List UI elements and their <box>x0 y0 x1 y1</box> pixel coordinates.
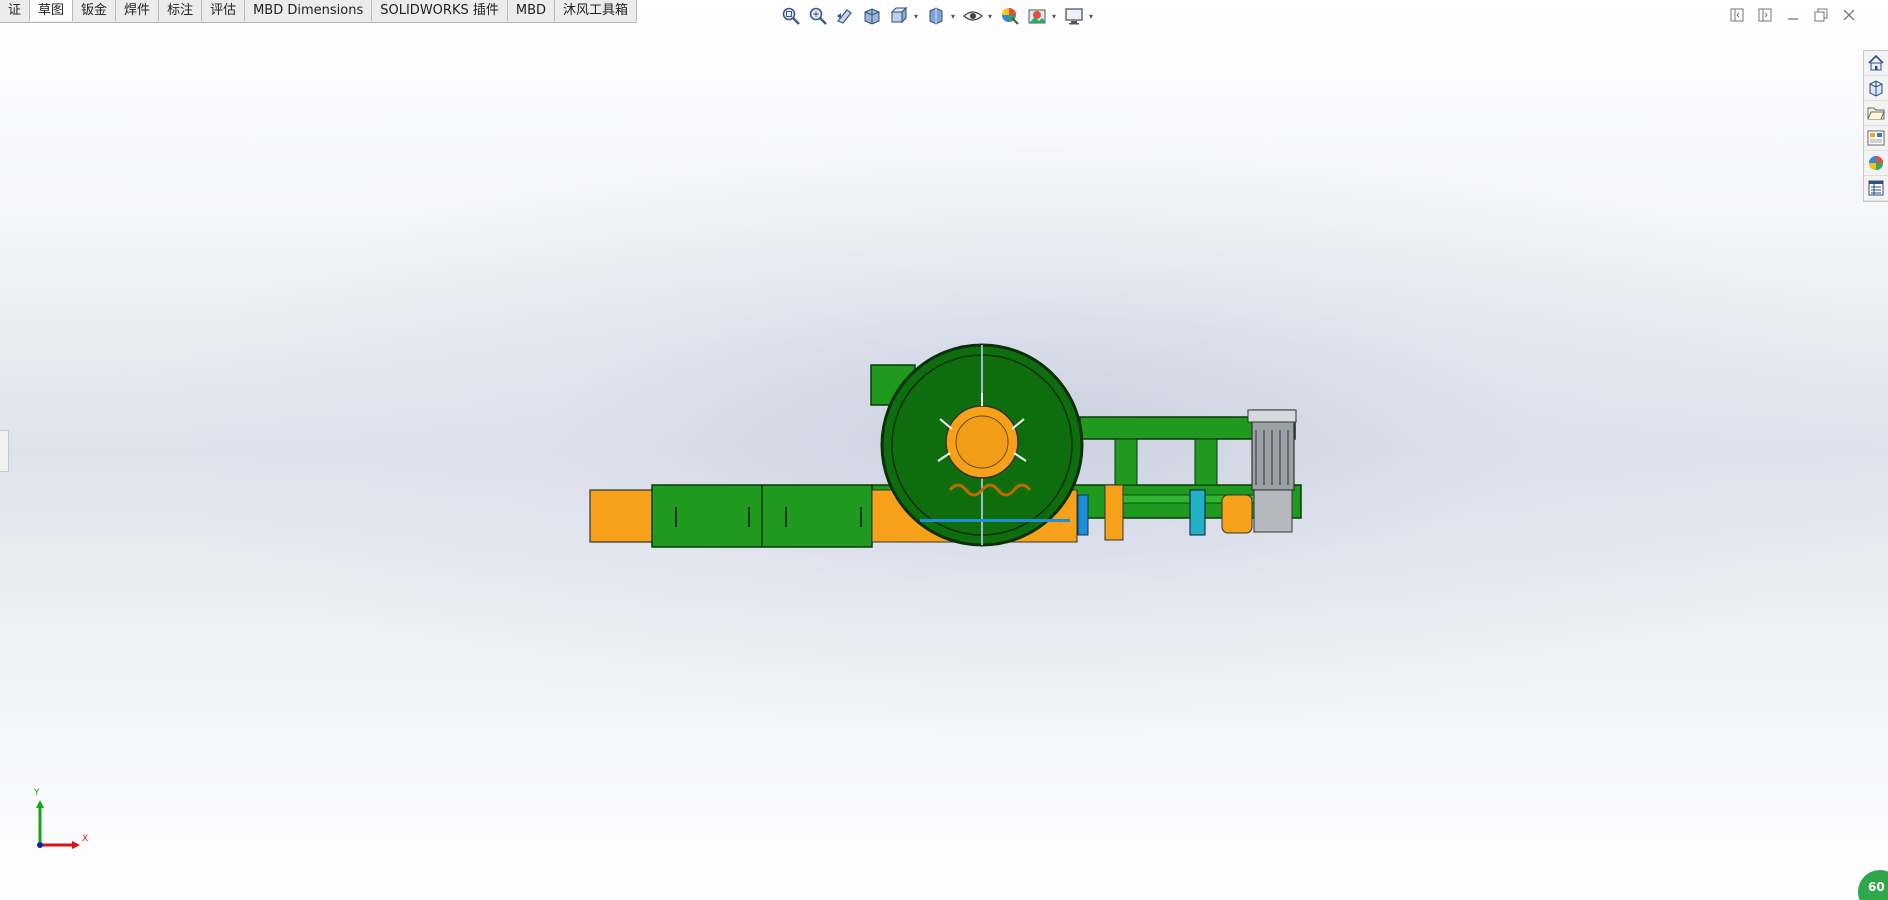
file-explorer-icon[interactable] <box>1864 101 1888 126</box>
custom-properties-icon[interactable] <box>1864 176 1888 201</box>
tab-weldments[interactable]: 焊件 <box>116 0 160 21</box>
appearances-icon[interactable] <box>1864 151 1888 176</box>
restore-icon[interactable] <box>1812 6 1830 24</box>
tab-mbd-dimensions[interactable]: MBD Dimensions <box>245 0 373 21</box>
zoom-to-fit-icon[interactable] <box>780 5 802 27</box>
coordinate-triad: Y X <box>20 788 90 864</box>
edit-appearance-icon[interactable] <box>999 5 1021 27</box>
zoom-to-area-icon[interactable] <box>807 5 829 27</box>
display-style-icon[interactable] <box>925 5 947 27</box>
triad-y-label: Y <box>34 788 40 798</box>
tab-sketch[interactable]: 草图 <box>30 0 74 21</box>
tab-markup[interactable]: 标注 <box>159 0 203 21</box>
tab-mbd[interactable]: MBD <box>507 0 556 21</box>
chevron-down-icon[interactable]: ▾ <box>912 12 920 21</box>
heads-up-view-toolbar: ▾ ▾ ▾ ▾ ▾ <box>780 4 1095 28</box>
task-pane <box>1863 50 1888 202</box>
chevron-down-icon[interactable]: ▾ <box>1050 12 1058 21</box>
assembly-model[interactable] <box>580 335 1310 569</box>
chevron-down-icon[interactable]: ▾ <box>986 12 994 21</box>
view-palette-icon[interactable] <box>1864 126 1888 151</box>
previous-view-icon[interactable] <box>834 5 856 27</box>
minimize-icon[interactable] <box>1784 6 1802 24</box>
view-orientation-icon[interactable] <box>888 5 910 27</box>
chevron-down-icon[interactable]: ▾ <box>1087 12 1095 21</box>
tab-sheet-metal[interactable]: 钣金 <box>73 0 117 21</box>
triad-x-label: X <box>82 834 89 844</box>
hide-show-items-icon[interactable] <box>962 5 984 27</box>
command-manager-tabs: 证 草图 钣金 焊件 标注 评估 MBD Dimensions SOLIDWOR… <box>0 0 638 23</box>
close-icon[interactable] <box>1840 6 1858 24</box>
apply-scene-icon[interactable] <box>1026 5 1048 27</box>
tab-solidworks-addins[interactable]: SOLIDWORKS 插件 <box>372 0 508 21</box>
section-view-icon[interactable] <box>861 5 883 27</box>
tile-left-icon[interactable] <box>1728 6 1746 24</box>
status-badge: 60 <box>1858 870 1888 900</box>
tab-evaluate[interactable]: 评估 <box>202 0 246 21</box>
solidworks-resources-icon[interactable] <box>1864 51 1888 76</box>
tab-0[interactable]: 证 <box>0 0 31 21</box>
feature-manager-collapse-handle[interactable] <box>0 430 9 472</box>
window-controls <box>1728 6 1858 24</box>
tab-mufeng-toolbox[interactable]: 沐风工具箱 <box>555 0 638 21</box>
graphics-area[interactable]: 证 草图 钣金 焊件 标注 评估 MBD Dimensions SOLIDWOR… <box>0 0 1888 900</box>
view-settings-icon[interactable] <box>1063 5 1085 27</box>
tile-right-icon[interactable] <box>1756 6 1774 24</box>
chevron-down-icon[interactable]: ▾ <box>949 12 957 21</box>
design-library-icon[interactable] <box>1864 76 1888 101</box>
